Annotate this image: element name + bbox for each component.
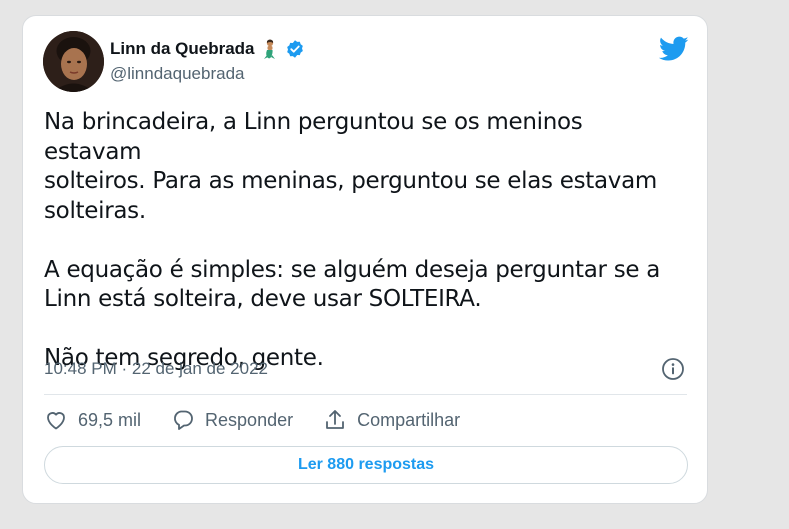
avatar-image — [43, 31, 104, 92]
like-count: 69,5 mil — [78, 409, 142, 430]
info-icon[interactable] — [661, 357, 685, 381]
reply-bubble-icon — [174, 410, 193, 430]
like-button[interactable]: 69,5 mil — [44, 408, 141, 432]
twitter-bird-icon[interactable] — [658, 36, 689, 62]
share-button[interactable]: Compartilhar — [323, 408, 460, 432]
divider — [44, 394, 687, 395]
display-name[interactable]: Linn da Quebrada — [110, 39, 255, 59]
author-handle[interactable]: @linndaquebrada — [110, 64, 244, 84]
mermaid-icon — [259, 38, 281, 60]
reply-button[interactable]: Responder — [171, 408, 293, 432]
tweet-actions: 69,5 mil Responder Compartilhar — [44, 408, 490, 432]
tweet-card: Linn da Quebrada @linndaquebrada Na brin… — [22, 15, 708, 504]
read-replies-button[interactable]: Ler 880 respostas — [44, 446, 688, 484]
author-name-row[interactable]: Linn da Quebrada — [110, 38, 305, 60]
tweet-text: Na brincadeira, a Linn perguntou se os m… — [44, 109, 661, 371]
share-icon — [326, 410, 344, 429]
heart-icon — [47, 412, 65, 430]
tweet-timestamp[interactable]: 10:48 PM · 22 de jan de 2022 — [44, 359, 268, 379]
reply-label: Responder — [205, 409, 294, 430]
verified-badge-icon — [285, 39, 305, 59]
share-label: Compartilhar — [357, 409, 461, 430]
avatar[interactable] — [43, 31, 104, 92]
